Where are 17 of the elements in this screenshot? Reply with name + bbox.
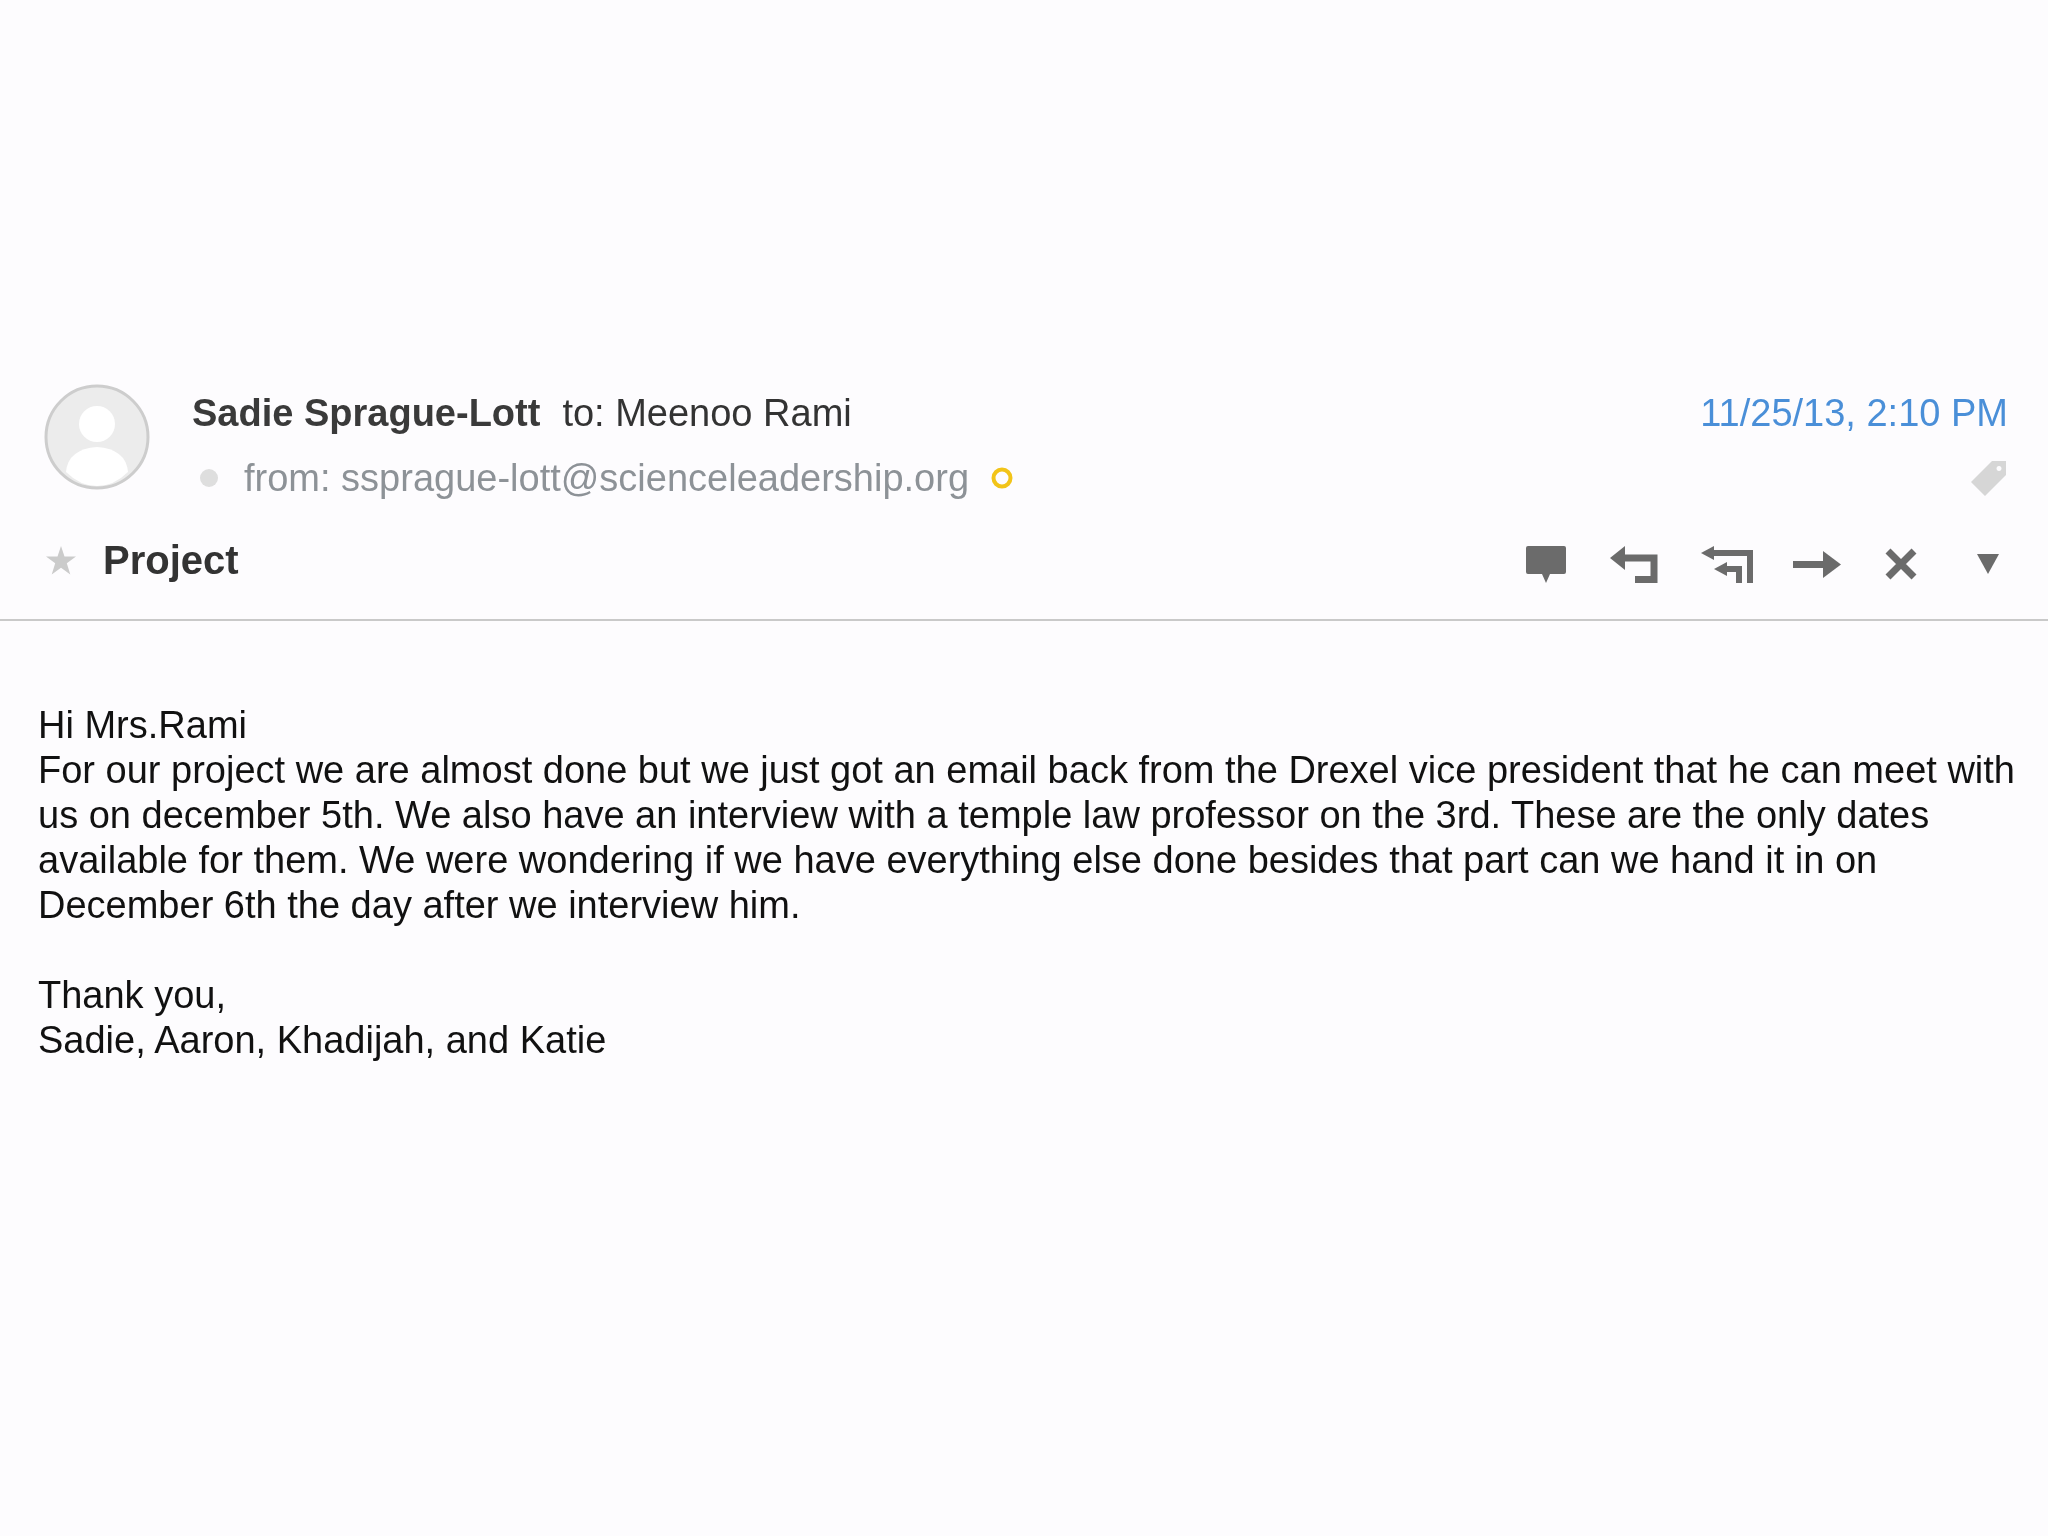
message-date: 11/25/13, 2:10 PM bbox=[1700, 391, 2008, 435]
right-arrow-icon[interactable] bbox=[1793, 550, 1841, 578]
sender-name: Sadie Sprague-Lott bbox=[192, 391, 541, 435]
cross-icon[interactable] bbox=[1884, 547, 1918, 581]
speech-bubble-icon[interactable] bbox=[1526, 545, 1566, 583]
caret-down-icon[interactable] bbox=[1977, 554, 1999, 574]
ring-icon bbox=[991, 467, 1014, 489]
sender-address: from: ssprague-lott@scienceleadership.org bbox=[244, 456, 970, 500]
closing: Thank you, bbox=[38, 973, 227, 1018]
message-paragraph: For our project we are almost done but we just got an email back from the Drexel vice president that he can meet with us on december 5th. We also have an interview with a temple law professor on the 3rd. These are the only dates available for them. We were wondering if we have everything else done besides that part can we hand it in on December 6th the day after we interview him. bbox=[38, 748, 2016, 928]
star-icon[interactable] bbox=[46, 545, 76, 575]
double-reply-arrow-icon[interactable] bbox=[1701, 545, 1755, 583]
recipient: to: Meenoo Rami bbox=[562, 391, 852, 435]
greeting: Hi Mrs.Rami bbox=[38, 703, 248, 748]
subject: Project bbox=[103, 537, 239, 583]
reply-arrow-icon[interactable] bbox=[1610, 545, 1661, 583]
signature: Sadie, Aaron, Khadijah, and Katie bbox=[38, 1018, 608, 1063]
